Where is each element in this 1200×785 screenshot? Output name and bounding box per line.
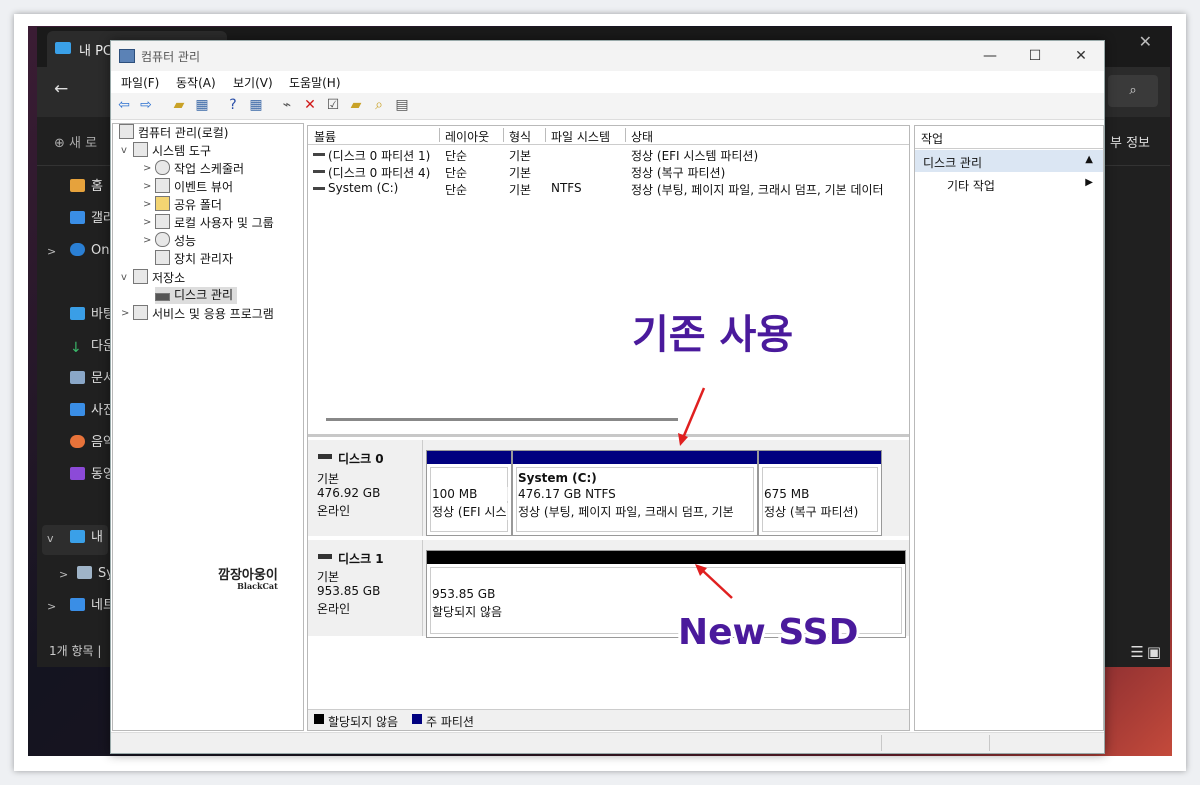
annotation-arrows xyxy=(678,387,733,599)
watermark-logo: 깜장아웅이 BlackCat xyxy=(218,564,278,591)
arrow-to-disk1 xyxy=(701,569,733,599)
annotation-new-ssd: New SSD xyxy=(678,612,859,653)
arrow-to-disk0 xyxy=(681,387,706,439)
